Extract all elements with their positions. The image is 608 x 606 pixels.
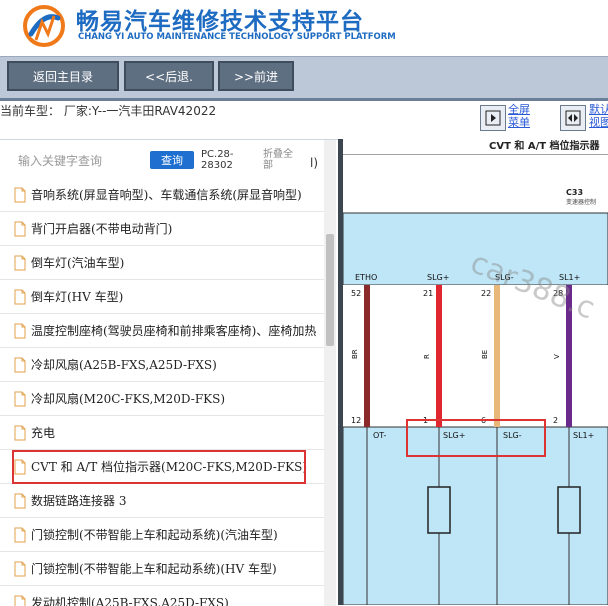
list-item-label: 发动机控制(A25B-FXS,A25D-FXS) bbox=[31, 594, 229, 606]
platform-subtitle: CHANG YI AUTO MAINTENANCE TECHNOLOGY SUP… bbox=[78, 32, 396, 42]
pin-number-bottom: 2 bbox=[553, 416, 558, 425]
list-item[interactable]: 冷却风扇(M20C-FKS,M20D-FKS) bbox=[0, 382, 330, 416]
connector-id: C33 bbox=[566, 188, 583, 197]
pin-number-bottom: 12 bbox=[351, 416, 361, 425]
list-item-label: 倒车灯(汽油车型) bbox=[31, 254, 124, 271]
search-paren: l) bbox=[310, 156, 318, 170]
default-view-button[interactable] bbox=[560, 105, 586, 131]
wire bbox=[364, 285, 370, 427]
list-item-label: 门锁控制(不带智能上车和起动系统)(汽油车型) bbox=[31, 526, 278, 543]
list-item-label: 音响系统(屏显音响型)、车载通信系统(屏显音响型) bbox=[31, 186, 302, 203]
query-button[interactable]: 查询 bbox=[150, 151, 194, 169]
document-icon bbox=[14, 221, 26, 237]
list-item[interactable]: 门锁控制(不带智能上车和起动系统)(汽油车型) bbox=[0, 518, 330, 552]
wiring-diagram[interactable]: CVT 和 A/T 档位指示器 C33 变速器控制 ETHO 52 BR 12 OT- S… bbox=[343, 139, 608, 605]
search-input[interactable] bbox=[14, 150, 150, 172]
component-list-panel: 查询 PC.28-28302 折叠全部 l) 音响系统(屏显音响型)、车载通信系… bbox=[0, 139, 338, 606]
diagram-title: CVT 和 A/T 档位指示器 bbox=[489, 139, 601, 152]
pin-top-label: ETHO bbox=[355, 273, 377, 282]
default-view-label[interactable]: 默认 视图 bbox=[589, 103, 608, 129]
document-icon bbox=[14, 357, 26, 373]
document-icon bbox=[14, 255, 26, 271]
nav-toolbar: 返回主目录 <<后退. >>前进 bbox=[0, 56, 608, 99]
selected-item-highlight bbox=[12, 450, 306, 484]
list-item[interactable]: 冷却风扇(A25B-FXS,A25D-FXS) bbox=[0, 348, 330, 382]
pin-bottom-label: SL1+ bbox=[573, 431, 594, 440]
wiring-diagram-svg: CVT 和 A/T 档位指示器 C33 变速器控制 ETHO 52 BR 12 OT- S… bbox=[343, 139, 608, 605]
forward-button[interactable]: >>前进 bbox=[218, 61, 294, 91]
list-item-label: 充电 bbox=[31, 424, 55, 441]
wire-color-label: BR bbox=[351, 349, 359, 359]
list-item[interactable]: 数据链路连接器 3 bbox=[0, 484, 330, 518]
list-item[interactable]: 充电 bbox=[0, 416, 330, 450]
document-icon bbox=[14, 493, 26, 509]
document-icon bbox=[14, 425, 26, 441]
list-item-label: 倒车灯(HV 车型) bbox=[31, 288, 123, 305]
platform-title: 畅易汽车维修技术支持平台 bbox=[76, 2, 364, 36]
pin-number-top: 52 bbox=[351, 289, 361, 298]
resistor-symbol bbox=[428, 487, 450, 533]
connector-desc: 变速器控制 bbox=[566, 198, 596, 206]
fullscreen-label[interactable]: 全屏 菜单 bbox=[508, 103, 530, 129]
document-icon bbox=[14, 187, 26, 203]
wire-color-label: R bbox=[423, 354, 431, 359]
list-item[interactable]: 音响系统(屏显音响型)、车载通信系统(屏显音响型) bbox=[0, 178, 330, 212]
pin-bottom-label: OT- bbox=[373, 431, 386, 440]
list-item[interactable]: 倒车灯(HV 车型) bbox=[0, 280, 330, 314]
wire bbox=[494, 285, 500, 427]
pin-number-top: 22 bbox=[481, 289, 491, 298]
document-icon bbox=[14, 391, 26, 407]
wire-color-label: BE bbox=[481, 350, 489, 359]
wire-color-label: V bbox=[553, 354, 561, 359]
list-item-label: 冷却风扇(A25B-FXS,A25D-FXS) bbox=[31, 356, 217, 373]
fullscreen-button[interactable] bbox=[480, 105, 506, 131]
pin-number-top: 21 bbox=[423, 289, 433, 298]
pin-bottom-label: SLG+ bbox=[443, 431, 465, 440]
list-item[interactable]: 温度控制座椅(驾驶员座椅和前排乘客座椅)、座椅加热 bbox=[0, 314, 330, 348]
current-vehicle: 当前车型： 厂家:Y--一汽丰田RAV42022 bbox=[0, 102, 216, 119]
home-button[interactable]: 返回主目录 bbox=[7, 61, 119, 91]
list-item[interactable]: 背门开启器(不带电动背门) bbox=[0, 212, 330, 246]
back-button[interactable]: <<后退. bbox=[124, 61, 214, 91]
document-icon bbox=[14, 527, 26, 543]
fullscreen-icon bbox=[485, 110, 501, 126]
list-scrollbar[interactable] bbox=[324, 140, 336, 606]
pin-top-label: SLG+ bbox=[427, 273, 449, 282]
document-icon bbox=[14, 289, 26, 305]
list-item[interactable]: 发动机控制(A25B-FXS,A25D-FXS) bbox=[0, 586, 330, 606]
document-icon bbox=[14, 595, 26, 606]
list-item-label: 背门开启器(不带电动背门) bbox=[31, 220, 172, 237]
list-item[interactable]: 门锁控制(不带智能上车和起动系统)(HV 车型) bbox=[0, 552, 330, 586]
list-item-label: 温度控制座椅(驾驶员座椅和前排乘客座椅)、座椅加热 bbox=[31, 322, 316, 339]
page-code: PC.28-28302 bbox=[201, 149, 241, 171]
pin-bottom-label: SLG- bbox=[503, 431, 522, 440]
brand-logo bbox=[22, 4, 66, 48]
vehicle-info-bar: 当前车型： 厂家:Y--一汽丰田RAV42022 全屏 菜单 默认 视图 bbox=[0, 101, 608, 139]
list-item-label: 数据链路连接器 3 bbox=[31, 492, 126, 509]
list-scrollbar-thumb[interactable] bbox=[326, 234, 334, 346]
default-view-icon bbox=[565, 110, 581, 126]
app-header: 畅易汽车维修技术支持平台 CHANG YI AUTO MAINTENANCE T… bbox=[0, 0, 608, 56]
list-item-label: 冷却风扇(M20C-FKS,M20D-FKS) bbox=[31, 390, 225, 407]
document-icon bbox=[14, 323, 26, 339]
wire bbox=[436, 285, 442, 427]
list-item-label: 门锁控制(不带智能上车和起动系统)(HV 车型) bbox=[31, 560, 277, 577]
search-row: 查询 PC.28-28302 折叠全部 l) bbox=[0, 146, 338, 182]
collapse-all-link[interactable]: 折叠全部 bbox=[263, 149, 303, 171]
list-item[interactable]: 倒车灯(汽油车型) bbox=[0, 246, 330, 280]
resistor-symbol bbox=[558, 487, 580, 533]
document-icon bbox=[14, 561, 26, 577]
